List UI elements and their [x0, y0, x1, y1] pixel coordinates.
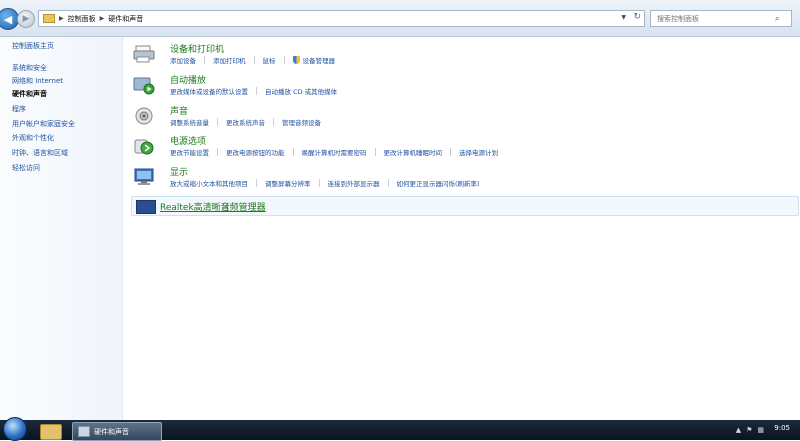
printer-icon[interactable] [133, 44, 155, 64]
autoplay-links: 更改媒体或设备的默认设置 自动播放 CD 或其他媒体 [170, 86, 337, 96]
power-options-links: 更改节能设置 更改电源按钮的功能 唤醒计算机时需要密码 更改计算机睡眠时间 选择… [170, 147, 498, 157]
sidebar-item-ease-of-access[interactable]: 轻松访问 [12, 163, 40, 173]
power-button-function-link[interactable]: 更改电源按钮的功能 [226, 147, 285, 157]
sidebar: 控制面板主页 系统和安全 网络和 Internet 硬件和声音 程序 用户帐户和… [0, 37, 123, 420]
autoplay-title[interactable]: 自动播放 [170, 73, 206, 86]
speaker-icon[interactable] [133, 106, 155, 126]
mouse-link[interactable]: 鼠标 [263, 55, 276, 65]
power-options-title[interactable]: 电源选项 [170, 134, 206, 147]
realtek-icon [136, 200, 156, 214]
breadcrumb-separator-icon[interactable]: ▶ [100, 15, 105, 22]
link-divider [292, 148, 294, 156]
wake-password-link[interactable]: 唤醒计算机时需要密码 [302, 147, 367, 157]
main-content: 设备和打印机 添加设备 添加打印机 鼠标 设备管理器 自动播放 更改媒体或设备的… [123, 37, 800, 420]
tray-flag-icon[interactable]: ⚑ [746, 426, 752, 434]
text-size-link[interactable]: 放大或缩小文本和其他项目 [170, 178, 248, 188]
search-icon[interactable]: ⌕ [775, 14, 779, 24]
screen-resolution-link[interactable]: 调整屏幕分辨率 [265, 178, 311, 188]
address-bar-area: ◀ ▶ ▶ 控制面板 ▶ 硬件和声音 ▼ ↻ ⌕ [0, 0, 800, 37]
change-power-saving-link[interactable]: 更改节能设置 [170, 147, 209, 157]
display-flicker-link[interactable]: 如何更正显示器闪烁(刷新率) [397, 178, 480, 188]
explorer-taskbar-icon[interactable] [40, 424, 62, 440]
link-divider [450, 148, 451, 156]
breadcrumb-hardware-sound[interactable]: 硬件和声音 [108, 14, 143, 24]
tray-arrow-icon[interactable]: ▲ [736, 426, 741, 434]
add-device-link[interactable]: 添加设备 [170, 55, 196, 65]
breadcrumb-separator-icon[interactable]: ▶ [59, 15, 64, 22]
link-divider [318, 179, 320, 187]
change-system-sounds-link[interactable]: 更改系统声音 [226, 117, 265, 127]
add-printer-link[interactable]: 添加打印机 [213, 55, 246, 65]
external-display-link[interactable]: 连接到外部显示器 [328, 178, 380, 188]
tray-network-icon[interactable]: ▦ [757, 426, 764, 434]
sleep-time-link[interactable]: 更改计算机睡眠时间 [384, 147, 443, 157]
link-divider [217, 118, 218, 126]
power-icon[interactable] [133, 136, 155, 156]
taskbar-task-label: 硬件和声音 [94, 427, 129, 436]
forward-button[interactable]: ▶ [17, 10, 35, 28]
address-dropdown-icon[interactable]: ▼ [621, 14, 626, 21]
search-box[interactable]: ⌕ [650, 10, 792, 27]
sidebar-item-clock-region[interactable]: 时钟、语言和区域 [12, 148, 68, 158]
display-links: 放大或缩小文本和其他项目 调整屏幕分辨率 连接到外部显示器 如何更正显示器闪烁(… [170, 178, 480, 188]
hand-cursor-icon: ☝ [223, 203, 230, 214]
sidebar-item-user-accounts[interactable]: 用户帐户和家庭安全 [12, 119, 75, 129]
link-divider [273, 118, 274, 126]
sidebar-item-programs[interactable]: 程序 [12, 104, 26, 114]
sound-links: 调整系统音量 更改系统声音 管理音频设备 [170, 117, 321, 127]
link-divider [283, 56, 285, 64]
link-divider [387, 179, 389, 187]
link-divider [256, 87, 257, 95]
start-button-icon[interactable] [3, 417, 27, 441]
devices-printers-title[interactable]: 设备和打印机 [170, 42, 224, 55]
manage-audio-devices-link[interactable]: 管理音频设备 [282, 117, 321, 127]
address-bar[interactable]: ▶ 控制面板 ▶ 硬件和声音 ▼ ↻ [38, 10, 645, 27]
breadcrumb-control-panel[interactable]: 控制面板 [68, 14, 96, 24]
realtek-audio-manager-link[interactable]: Realtek高清晰音频管理器 [160, 200, 266, 213]
choose-power-plan-link[interactable]: 选择电源计划 [459, 147, 498, 157]
sidebar-item-hardware-sound[interactable]: 硬件和声音 [12, 89, 47, 99]
control-panel-folder-icon [43, 14, 55, 23]
autoplay-cd-link[interactable]: 自动播放 CD 或其他媒体 [265, 86, 337, 96]
sidebar-item-system-security[interactable]: 系统和安全 [12, 63, 47, 73]
search-input[interactable] [651, 12, 773, 25]
link-divider [217, 148, 218, 156]
sidebar-home-link[interactable]: 控制面板主页 [12, 41, 54, 51]
sidebar-item-network-internet[interactable]: 网络和 Internet [12, 76, 63, 86]
control-panel-task-icon [78, 426, 90, 437]
sound-title[interactable]: 声音 [170, 104, 188, 117]
link-divider [374, 148, 376, 156]
devices-printers-links: 添加设备 添加打印机 鼠标 设备管理器 [170, 55, 335, 65]
link-divider [253, 56, 255, 64]
link-divider [204, 56, 205, 64]
display-icon[interactable] [133, 167, 155, 187]
taskbar-task-hardware-sound[interactable]: 硬件和声音 [72, 422, 162, 441]
category-realtek-audio[interactable]: Realtek高清晰音频管理器 ☝ [131, 196, 799, 216]
change-media-defaults-link[interactable]: 更改媒体或设备的默认设置 [170, 86, 248, 96]
link-divider [256, 179, 257, 187]
autoplay-icon[interactable] [133, 75, 155, 95]
refresh-icon[interactable]: ↻ [633, 12, 641, 22]
system-tray: ▲ ⚑ ▦ [736, 426, 764, 434]
taskbar-clock[interactable]: 9:05 [774, 424, 790, 432]
taskbar: 硬件和声音 ▲ ⚑ ▦ 9:05 [0, 417, 800, 441]
uac-shield-icon [292, 56, 300, 64]
display-title[interactable]: 显示 [170, 165, 188, 178]
sidebar-item-appearance[interactable]: 外观和个性化 [12, 133, 54, 143]
adjust-volume-link[interactable]: 调整系统音量 [170, 117, 209, 127]
device-manager-link[interactable]: 设备管理器 [303, 55, 336, 65]
